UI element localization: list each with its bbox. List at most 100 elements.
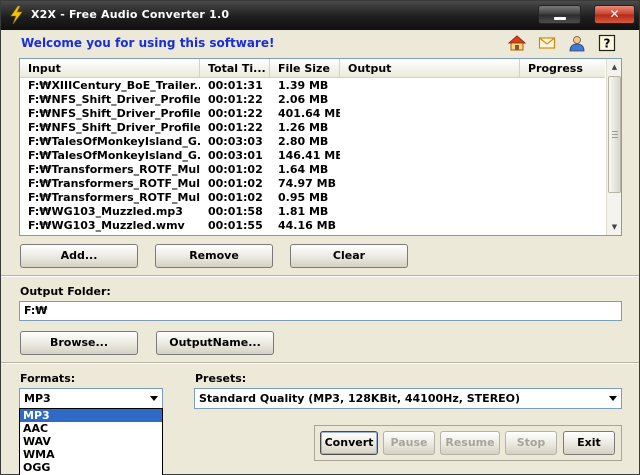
- table-row[interactable]: F:₩Transformers_ROTF_Mul... 00:01:02 0.95 …: [20, 191, 605, 205]
- cell-file-size: 0.95 MB: [278, 191, 329, 204]
- presets-selected: Standard Quality (MP3, 128KBit, 44100Hz,…: [199, 392, 521, 405]
- remove-button[interactable]: Remove: [155, 244, 273, 268]
- output-folder-field[interactable]: F:₩: [19, 301, 622, 321]
- format-option[interactable]: WAV: [20, 435, 162, 448]
- cell-input: F:₩Transformers_ROTF_Mul...: [28, 191, 200, 204]
- window-title: X2X - Free Audio Converter 1.0: [31, 8, 230, 21]
- formats-dropdown-list[interactable]: MP3 AAC WAV WMA OGG: [19, 408, 163, 475]
- cell-file-size: 74.97 MB: [278, 177, 336, 190]
- output-folder-label: Output Folder:: [20, 285, 111, 298]
- cell-total-time: 00:01:02: [208, 163, 263, 176]
- cell-file-size: 44.16 MB: [278, 219, 336, 232]
- user-icon[interactable]: [568, 34, 586, 52]
- table-row[interactable]: F:₩XIIICentury_BoE_Trailer.... 00:01:31 1.…: [20, 79, 605, 93]
- cell-input: F:₩WG103_Muzzled.wmv: [28, 219, 185, 232]
- list-header: Input Total Ti... File Size Output Progr…: [20, 59, 605, 78]
- minimize-icon: [554, 17, 566, 20]
- chevron-down-icon[interactable]: [150, 396, 158, 401]
- convert-button[interactable]: Convert: [320, 431, 378, 455]
- format-option[interactable]: AAC: [20, 422, 162, 435]
- cell-input: F:₩TalesOfMonkeyIsland_G...: [28, 135, 200, 148]
- table-row[interactable]: F:₩Transformers_ROTF_Mul... 00:01:02 74.97…: [20, 177, 605, 191]
- title-bar[interactable]: X2X - Free Audio Converter 1.0 ✕: [1, 1, 639, 30]
- cell-total-time: 00:01:22: [208, 93, 263, 106]
- table-row[interactable]: F:₩WG103_Muzzled.mp3 00:01:58 1.81 MB: [20, 205, 605, 219]
- table-row[interactable]: F:₩NFS_Shift_Driver_Profile... 00:01:22 2.…: [20, 93, 605, 107]
- formats-selected: MP3: [24, 392, 51, 405]
- presets-label: Presets:: [195, 372, 247, 385]
- list-rows: F:₩XIIICentury_BoE_Trailer.... 00:01:31 1.…: [20, 79, 605, 233]
- cell-input: F:₩XIIICentury_BoE_Trailer....: [28, 79, 200, 92]
- scroll-up-icon[interactable]: ▲: [607, 59, 621, 75]
- list-scrollbar[interactable]: ▲ ▼: [606, 59, 621, 235]
- column-total-time[interactable]: Total Ti...: [200, 59, 270, 78]
- scroll-thumb[interactable]: [608, 76, 621, 193]
- chevron-down-icon[interactable]: [609, 396, 617, 401]
- welcome-text: Welcome you for using this software!: [21, 36, 275, 50]
- cell-input: F:₩WG103_Muzzled.mp3: [28, 205, 183, 218]
- cell-total-time: 00:01:55: [208, 219, 263, 232]
- format-option[interactable]: WMA: [20, 448, 162, 461]
- stop-button[interactable]: Stop: [505, 431, 557, 455]
- cell-total-time: 00:01:22: [208, 121, 263, 134]
- close-icon: ✕: [609, 7, 620, 21]
- cell-input: F:₩NFS_Shift_Driver_Profile...: [28, 121, 200, 134]
- minimize-button[interactable]: [538, 5, 581, 24]
- output-name-button[interactable]: OutputName...: [156, 331, 274, 355]
- formats-label: Formats:: [20, 372, 76, 385]
- add-button[interactable]: Add...: [20, 244, 138, 268]
- presets-select[interactable]: Standard Quality (MP3, 128KBit, 44100Hz,…: [194, 388, 622, 409]
- resume-button[interactable]: Resume: [440, 431, 500, 455]
- action-panel: Convert Pause Resume Stop Exit: [314, 425, 622, 461]
- grip-icon: [612, 131, 618, 138]
- column-input[interactable]: Input: [20, 59, 200, 78]
- cell-total-time: 00:01:22: [208, 107, 263, 120]
- pause-button[interactable]: Pause: [383, 431, 435, 455]
- table-row[interactable]: F:₩NFS_Shift_Driver_Profile... 00:01:22 40…: [20, 107, 605, 121]
- cell-input: F:₩Transformers_ROTF_Mul...: [28, 177, 200, 190]
- scroll-down-icon[interactable]: ▼: [607, 219, 621, 235]
- help-icon[interactable]: ?: [598, 34, 616, 52]
- cell-total-time: 00:01:31: [208, 79, 263, 92]
- table-row[interactable]: F:₩TalesOfMonkeyIsland_G... 00:03:03 2.80 …: [20, 135, 605, 149]
- cell-input: F:₩NFS_Shift_Driver_Profile...: [28, 107, 200, 120]
- cell-total-time: 00:01:02: [208, 191, 263, 204]
- formats-select[interactable]: MP3: [19, 388, 163, 409]
- cell-file-size: 2.06 MB: [278, 93, 329, 106]
- exit-button[interactable]: Exit: [563, 431, 615, 455]
- cell-file-size: 1.81 MB: [278, 205, 329, 218]
- column-progress[interactable]: Progress: [520, 59, 605, 78]
- file-list[interactable]: Input Total Ti... File Size Output Progr…: [19, 58, 622, 236]
- clear-button[interactable]: Clear: [290, 244, 408, 268]
- table-row[interactable]: F:₩NFS_Shift_Driver_Profile... 00:01:22 1.…: [20, 121, 605, 135]
- cell-total-time: 00:03:03: [208, 135, 263, 148]
- lightning-icon: [10, 6, 23, 24]
- cell-file-size: 1.26 MB: [278, 121, 329, 134]
- cell-input: F:₩Transformers_ROTF_Mul...: [28, 163, 200, 176]
- cell-file-size: 401.64 MB: [278, 107, 340, 120]
- mail-icon[interactable]: [538, 34, 556, 52]
- table-row[interactable]: F:₩WG103_Muzzled.wmv 00:01:55 44.16 MB: [20, 219, 605, 233]
- cell-input: F:₩TalesOfMonkeyIsland_G...: [28, 149, 200, 162]
- divider: [1, 362, 639, 364]
- table-row[interactable]: F:₩TalesOfMonkeyIsland_G... 00:03:01 146.4…: [20, 149, 605, 163]
- cell-total-time: 00:03:01: [208, 149, 263, 162]
- cell-file-size: 1.64 MB: [278, 163, 329, 176]
- format-option[interactable]: OGG: [20, 461, 162, 474]
- browse-button[interactable]: Browse...: [20, 331, 138, 355]
- table-row[interactable]: F:₩Transformers_ROTF_Mul... 00:01:02 1.64 …: [20, 163, 605, 177]
- cell-file-size: 146.41 MB: [278, 149, 340, 162]
- close-button[interactable]: ✕: [594, 5, 635, 24]
- cell-total-time: 00:01:58: [208, 205, 263, 218]
- app-window: X2X - Free Audio Converter 1.0 ✕ Welcome…: [0, 0, 640, 475]
- column-file-size[interactable]: File Size: [270, 59, 340, 78]
- help-glyph: ?: [604, 37, 611, 51]
- format-option[interactable]: MP3: [20, 409, 162, 422]
- cell-file-size: 1.39 MB: [278, 79, 329, 92]
- cell-input: F:₩NFS_Shift_Driver_Profile...: [28, 93, 200, 106]
- divider: [1, 275, 639, 277]
- cell-file-size: 2.80 MB: [278, 135, 329, 148]
- cell-total-time: 00:01:02: [208, 177, 263, 190]
- home-icon[interactable]: [508, 34, 526, 52]
- column-output[interactable]: Output: [340, 59, 520, 78]
